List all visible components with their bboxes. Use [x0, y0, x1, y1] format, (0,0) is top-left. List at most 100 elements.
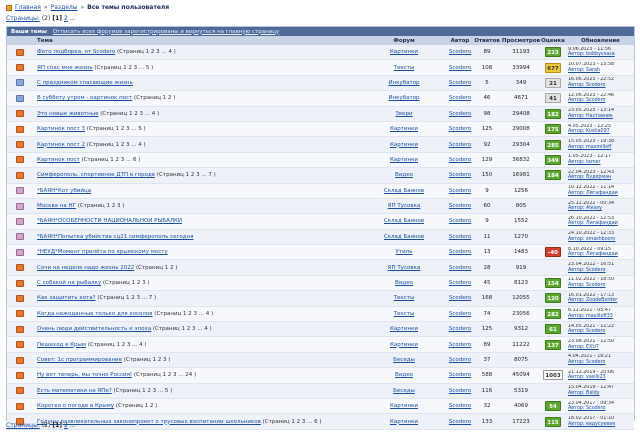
- topic-link[interactable]: Картинок пост 2: [37, 142, 85, 148]
- author-link[interactable]: Scodero: [449, 203, 471, 209]
- forum-link[interactable]: Звери: [395, 111, 412, 117]
- topic-link[interactable]: Это новые животные: [37, 111, 99, 117]
- author-link[interactable]: Scodero: [449, 172, 471, 178]
- updated-author[interactable]: Автор: Kostia097: [568, 129, 610, 134]
- forum-link[interactable]: Картинки: [390, 326, 418, 332]
- updated-author[interactable]: Автор: Scodero: [568, 329, 605, 334]
- author-link[interactable]: Scodero: [449, 342, 471, 348]
- forum-link[interactable]: Беседы: [393, 388, 415, 394]
- topic-pages[interactable]: (Страниц 1 2 3 ... 5 ): [94, 65, 153, 71]
- forum-link[interactable]: Беседы: [393, 357, 415, 363]
- author-link[interactable]: Scodero: [449, 111, 471, 117]
- author-link[interactable]: Scodero: [449, 188, 471, 194]
- forum-link[interactable]: Видео: [395, 172, 413, 178]
- topic-link[interactable]: Есть математики на ЯПе?: [37, 388, 112, 394]
- updated-author[interactable]: Автор: maxilloff33: [568, 314, 613, 319]
- updated-author[interactable]: Автор: Alexey: [568, 206, 602, 211]
- author-link[interactable]: Scodero: [449, 218, 471, 224]
- pagination-more[interactable]: ...: [70, 15, 76, 22]
- topic-pages[interactable]: (Страниц 1 2 ): [134, 95, 175, 101]
- forum-link[interactable]: Картинки: [390, 142, 418, 148]
- author-link[interactable]: Scodero: [449, 326, 471, 332]
- topic-link[interactable]: *НЕУД*Момент прилёта по крымскому мосту: [37, 249, 168, 255]
- topic-pages[interactable]: (Страниц 1 2 3 ... 7 ): [97, 295, 156, 301]
- author-link[interactable]: Scodero: [449, 49, 471, 55]
- updated-author[interactable]: Автор: Вудерман: [568, 175, 611, 180]
- updated-author[interactable]: Автор: EXU7: [568, 345, 599, 350]
- topic-pages[interactable]: (Страниц 1 2 3 ... 4 ): [117, 49, 176, 55]
- topic-pages[interactable]: (Страниц 1 2 3 ... 4 ): [154, 311, 213, 317]
- topic-link[interactable]: Коротко о погоде в Крыму: [37, 403, 114, 409]
- forum-link[interactable]: Картинки: [390, 403, 418, 409]
- author-link[interactable]: Scodero: [449, 388, 471, 394]
- author-link[interactable]: Scodero: [449, 142, 471, 148]
- topic-pages[interactable]: (Страниц 1 2 3 ... 6 ): [263, 419, 322, 425]
- topic-link[interactable]: Картинок пост: [37, 157, 80, 163]
- updated-author[interactable]: Автор: Лигафандаи: [568, 191, 618, 196]
- author-link[interactable]: Scodero: [449, 295, 471, 301]
- topic-link[interactable]: *БАЯН*ОСОБЕННОСТИ НАЦИОНАЛЬНОЙ РЫБАЛКИ: [37, 218, 182, 224]
- author-link[interactable]: Scodero: [449, 265, 471, 271]
- updated-author[interactable]: Автор: Scodero: [568, 406, 605, 411]
- topic-pages[interactable]: (Страниц 1 2 3 ... 4 ): [100, 111, 159, 117]
- topic-link[interactable]: *БАЯН*Кот убийца: [37, 188, 91, 194]
- forum-link[interactable]: Картинки: [390, 342, 418, 348]
- topic-pages[interactable]: (Страниц 1 2 3 ... 5 ): [113, 388, 172, 394]
- updated-author[interactable]: Автор: Scodero: [568, 283, 605, 288]
- forum-link[interactable]: Склад Баянов: [384, 188, 424, 194]
- author-link[interactable]: Scodero: [449, 403, 471, 409]
- topic-link[interactable]: *БАЯН*Попытка убийства сц21 симферополь …: [37, 234, 194, 240]
- forum-link[interactable]: Склад Баянов: [384, 234, 424, 240]
- topic-pages[interactable]: (Страниц 1 2 3 ... 6 ): [82, 157, 141, 163]
- updated-author[interactable]: Автор: tamer: [568, 160, 600, 165]
- forum-link[interactable]: ЯП Тусовка: [388, 203, 421, 209]
- author-link[interactable]: Scodero: [449, 234, 471, 240]
- pagination-next[interactable]: 2: [64, 422, 68, 429]
- topic-link[interactable]: Пешеход в Крым: [37, 342, 86, 348]
- header-topic[interactable]: Тема: [33, 38, 361, 44]
- author-link[interactable]: Scodero: [449, 95, 471, 101]
- author-link[interactable]: Scodero: [449, 65, 471, 71]
- updated-author[interactable]: Автор: ZoodeBorder: [568, 298, 617, 303]
- forum-link[interactable]: Инкубатор: [388, 80, 419, 86]
- forum-link[interactable]: Инкубатор: [388, 95, 419, 101]
- topic-link[interactable]: Когда нажоданные только для косолов: [37, 311, 153, 317]
- topic-link[interactable]: В субботу утром - картинок пост: [37, 95, 132, 101]
- updated-author[interactable]: Автор: Scodero: [568, 360, 605, 365]
- updated-author[interactable]: Автор: maxmilloff: [568, 145, 611, 150]
- topic-link[interactable]: Фото подборка, от Scodero: [37, 49, 115, 55]
- author-link[interactable]: Scodero: [449, 80, 471, 86]
- header-forum[interactable]: Форум: [361, 38, 447, 44]
- forum-link[interactable]: Тексты: [394, 65, 415, 71]
- topic-link[interactable]: Очень люди действительность и эпоха: [37, 326, 151, 332]
- breadcrumb-sections[interactable]: Разделы: [51, 4, 78, 11]
- topic-link[interactable]: Симферополь, спортивное ДТП в городе: [37, 172, 155, 178]
- unsubscribe-link[interactable]: Отписать всех форумов зарегистрированы и…: [53, 29, 279, 35]
- header-replies[interactable]: Ответов: [473, 38, 501, 44]
- topic-link[interactable]: Сочи на неделе надо жизнь 2022: [37, 265, 134, 271]
- author-link[interactable]: Scodero: [449, 311, 471, 317]
- updated-author[interactable]: Автор: вадусуевая: [568, 422, 615, 427]
- forum-link[interactable]: Утиль: [396, 249, 413, 255]
- forum-link[interactable]: Видео: [395, 280, 413, 286]
- author-link[interactable]: Scodero: [449, 419, 471, 425]
- updated-author[interactable]: Автор: Лигафандаи: [568, 252, 618, 257]
- forum-link[interactable]: Картинки: [390, 419, 418, 425]
- topic-pages[interactable]: (Страниц 1 2 3 ... 7 ): [157, 172, 216, 178]
- updated-author[interactable]: Автор: Лигафандаи: [568, 221, 618, 226]
- updated-author[interactable]: Автор: Baldy: [568, 391, 599, 396]
- topic-pages[interactable]: (Страниц 1 2 3 ): [124, 357, 171, 363]
- updated-author[interactable]: Автор: Наставник: [568, 114, 613, 119]
- header-updated[interactable]: Обновление: [565, 38, 636, 44]
- forum-link[interactable]: Картинки: [390, 49, 418, 55]
- updated-author[interactable]: Автор: Scodero: [568, 83, 605, 88]
- topic-link[interactable]: Москва на НГ: [37, 203, 76, 209]
- forum-link[interactable]: Видео: [395, 372, 413, 378]
- topic-pages[interactable]: (Страниц 1 2 3 ... 24 ): [134, 372, 196, 378]
- topic-link[interactable]: Картинок пост 3: [37, 126, 85, 132]
- author-link[interactable]: Scodero: [449, 126, 471, 132]
- updated-author[interactable]: Автор: bobbyvsasa: [568, 52, 615, 57]
- pagination-more[interactable]: ...: [70, 422, 76, 429]
- topic-pages[interactable]: (Страниц 1 2 3 ... 4 ): [153, 326, 212, 332]
- breadcrumb-home[interactable]: Главная: [15, 4, 41, 11]
